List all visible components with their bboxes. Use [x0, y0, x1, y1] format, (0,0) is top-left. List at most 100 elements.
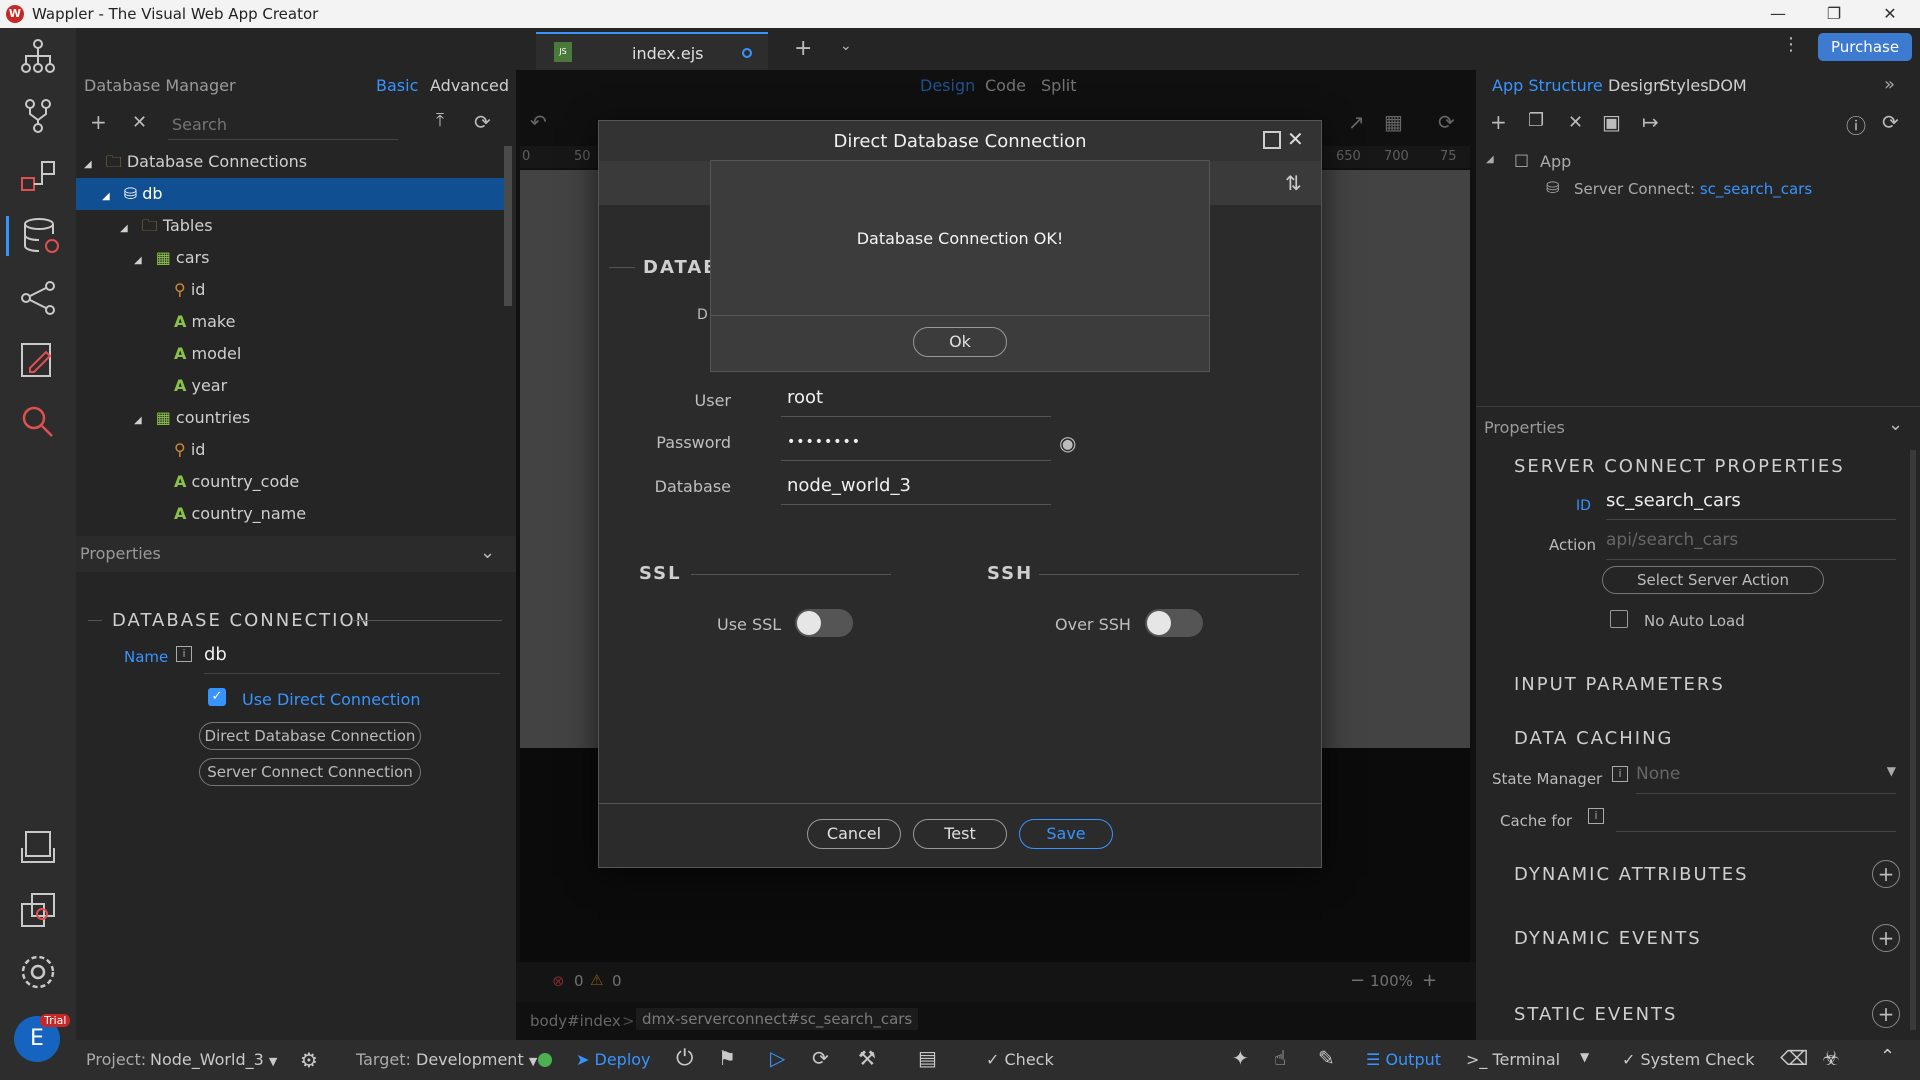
deploy-button[interactable]: ➤ Deploy [576, 1050, 651, 1069]
terminal-button[interactable]: >_ Terminal [1466, 1050, 1560, 1069]
target-select[interactable]: Development ▼ [416, 1050, 537, 1069]
server-workflow-icon[interactable] [18, 156, 58, 196]
power-icon[interactable]: ⏻ [676, 1046, 693, 1071]
delete-icon[interactable]: ✕ [1568, 112, 1583, 133]
project-select[interactable]: Node_World_3 ▼ [150, 1050, 277, 1069]
tree-row[interactable]: A year [76, 370, 504, 402]
mode-advanced-tab[interactable]: Advanced [430, 76, 509, 95]
mode-basic-tab[interactable]: Basic [376, 76, 418, 95]
magic-wand-icon[interactable]: ✦ [1232, 1046, 1249, 1070]
tree-row-selected[interactable]: ◢ ⛁ db [76, 178, 504, 210]
extensions-icon[interactable] [18, 890, 58, 930]
sort-arrows-icon[interactable]: ⇅ [1285, 171, 1302, 195]
tree-row[interactable]: ◢ 🗀 Database Connections [76, 146, 504, 178]
wrap-icon[interactable]: ▣ [1602, 110, 1621, 134]
no-auto-load-checkbox[interactable] [1610, 610, 1628, 628]
id-field[interactable]: sc_search_cars [1606, 490, 1896, 520]
thumbs-up-icon[interactable]: ☝ [1274, 1046, 1286, 1070]
section-dynamic-events[interactable]: DYNAMIC EVENTS [1514, 928, 1702, 949]
settings-icon[interactable] [18, 952, 58, 992]
check-button[interactable]: ✓ Check [986, 1050, 1054, 1069]
tab-index-ejs[interactable]: JS index.ejs [536, 32, 768, 70]
close-window-button[interactable]: ✕ [1862, 0, 1918, 28]
direct-db-connection-button[interactable]: Direct Database Connection [199, 722, 421, 750]
add-dynamic-attribute-icon[interactable]: + [1872, 860, 1900, 888]
select-server-action-button[interactable]: Select Server Action [1602, 566, 1824, 594]
add-component-icon[interactable]: + [1490, 110, 1507, 134]
tree-scrollbar[interactable] [504, 146, 512, 306]
use-ssl-toggle[interactable] [795, 609, 853, 637]
tab-dropdown-chevron-icon[interactable]: ⌄ [840, 38, 852, 54]
over-ssh-toggle[interactable] [1145, 609, 1203, 637]
build-hammer-icon[interactable]: ⚒ [858, 1046, 876, 1070]
tab-dom[interactable]: DOM [1708, 76, 1747, 95]
database-manager-icon[interactable] [6, 216, 70, 256]
tree-search-input[interactable] [168, 110, 398, 140]
cache-for-input[interactable] [1616, 802, 1896, 832]
use-direct-checkbox[interactable]: ✓ [208, 688, 226, 706]
editor-icon[interactable] [18, 340, 58, 380]
chevron-down-icon[interactable]: ⌄ [1888, 414, 1903, 435]
close-dialog-icon[interactable]: ✕ [1287, 127, 1304, 151]
maximize-button[interactable]: ❐ [1806, 0, 1862, 28]
chevron-down-icon[interactable]: ⌄ [480, 542, 495, 563]
more-vertical-icon[interactable]: ⋮ [1782, 34, 1800, 55]
section-dynamic-attributes[interactable]: DYNAMIC ATTRIBUTES [1514, 864, 1749, 885]
user-input[interactable]: root [781, 383, 1051, 417]
output-button[interactable]: ☰ Output [1366, 1050, 1441, 1069]
refresh-structure-icon[interactable]: ⟳ [1882, 110, 1899, 134]
expand-icon[interactable]: ◢ [1486, 154, 1494, 165]
section-input-parameters[interactable]: INPUT PARAMETERS [1514, 674, 1725, 695]
properties-scrollbar[interactable] [1910, 450, 1916, 1030]
password-input[interactable]: •••••••• [781, 427, 1051, 461]
save-button[interactable]: Save [1019, 819, 1113, 849]
purchase-button[interactable]: Purchase [1818, 33, 1912, 61]
project-settings-gear-icon[interactable]: ⚙ [300, 1048, 318, 1072]
clipboard-icon[interactable]: ▤ [918, 1046, 937, 1070]
info-icon[interactable]: i [176, 646, 192, 662]
terminal-dropdown-icon[interactable]: ▼ [1580, 1050, 1589, 1064]
tree-row[interactable]: A make [76, 306, 504, 338]
remove-icon[interactable]: ✕ [132, 112, 147, 133]
help-icon[interactable]: ⓘ [1846, 110, 1866, 139]
tree-app[interactable]: App [1540, 152, 1571, 171]
tree-server-connect[interactable]: Server Connect: sc_search_cars [1574, 180, 1812, 198]
tree-row[interactable]: ◢ ▦ countries [76, 402, 504, 434]
collapse-panel-icon[interactable]: » [1884, 74, 1895, 95]
ok-button[interactable]: Ok [913, 327, 1007, 357]
add-static-event-icon[interactable]: + [1872, 1000, 1900, 1028]
tree-row[interactable]: A country_name [76, 498, 504, 530]
duplicate-icon[interactable]: ❐ [1528, 110, 1544, 131]
test-button[interactable]: Test [913, 819, 1007, 849]
add-dynamic-event-icon[interactable]: + [1872, 924, 1900, 952]
database-input[interactable]: node_world_3 [781, 471, 1051, 505]
show-password-eye-icon[interactable]: ◉ [1059, 431, 1076, 455]
refresh-tree-icon[interactable]: ⟳ [474, 110, 491, 134]
section-static-events[interactable]: STATIC EVENTS [1514, 1004, 1677, 1025]
app-structure-icon[interactable] [18, 36, 58, 76]
brush-icon[interactable]: ✎ [1318, 1046, 1335, 1070]
tree-row[interactable]: ⚲ id [76, 434, 504, 466]
cancel-button[interactable]: Cancel [807, 819, 901, 849]
reload-icon[interactable]: ⟳ [812, 1046, 829, 1070]
tree-row[interactable]: A country_code [76, 466, 504, 498]
state-manager-select[interactable]: None ▼ [1636, 764, 1896, 794]
expand-up-chevron-icon[interactable]: ⌃ [1880, 1046, 1895, 1067]
bug-icon[interactable]: ☣ [1822, 1046, 1840, 1070]
tree-row[interactable]: ◢ ▦ cars [76, 242, 504, 274]
tab-styles[interactable]: Styles [1660, 76, 1709, 95]
git-icon[interactable] [18, 96, 58, 136]
server-connect-connection-button[interactable]: Server Connect Connection [199, 758, 421, 786]
name-field[interactable]: db [204, 644, 500, 674]
collapse-all-icon[interactable]: ⤒ [436, 110, 444, 131]
run-play-icon[interactable]: ▷ [770, 1046, 785, 1070]
minimize-button[interactable]: — [1750, 0, 1806, 28]
tree-row[interactable]: ◢ 🗀 Tables [76, 210, 504, 242]
tree-row[interactable]: A model [76, 338, 504, 370]
maximize-dialog-icon[interactable] [1263, 131, 1281, 149]
search-rail-icon[interactable] [18, 402, 58, 442]
resources-icon[interactable] [18, 828, 58, 868]
eraser-icon[interactable]: ⌫ [1780, 1046, 1808, 1070]
add-icon[interactable]: + [90, 110, 107, 134]
properties-header[interactable]: Properties ⌄ [76, 536, 516, 572]
